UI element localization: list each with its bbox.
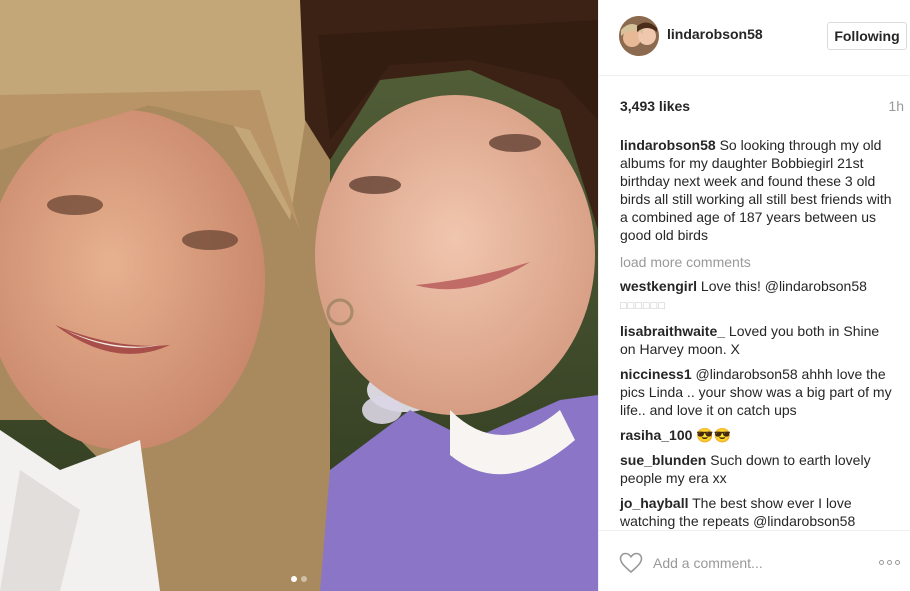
comment-username[interactable]: jo_hayball <box>620 495 688 511</box>
comment-extra: □□□□□□ <box>620 300 666 312</box>
comment-username[interactable]: nicciness1 <box>620 366 692 382</box>
comment-item: jo_hayball The best show ever I love wat… <box>620 494 892 530</box>
post-caption: lindarobson58 So looking through my old … <box>620 136 892 244</box>
comment-text: 😎😎 <box>692 427 732 443</box>
dot-icon <box>895 559 900 565</box>
comment-item: nicciness1 @lindarobson58 ahhh love the … <box>620 365 892 419</box>
post-author-username[interactable]: lindarobson58 <box>667 26 763 42</box>
carousel-dot[interactable] <box>301 576 307 582</box>
load-more-comments-link[interactable]: load more comments <box>620 253 892 271</box>
comment-username[interactable]: westkengirl <box>620 278 697 294</box>
comment-item: westkengirl Love this! @lindarobson58 □□… <box>620 277 892 315</box>
carousel-indicator <box>0 576 598 582</box>
post-details-panel: lindarobson58 Following 3,493 likes 1h l… <box>598 0 910 591</box>
comment-item: lisabraithwaite_ Loved you both in Shine… <box>620 322 892 358</box>
avatar[interactable] <box>619 16 659 56</box>
caption-username[interactable]: lindarobson58 <box>620 137 716 153</box>
photo-image <box>0 0 598 591</box>
likes-count[interactable]: 3,493 likes <box>620 98 690 114</box>
comment-username[interactable]: lisabraithwaite_ <box>620 323 725 339</box>
post-timestamp[interactable]: 1h <box>888 98 904 114</box>
more-options-icon[interactable] <box>879 555 905 569</box>
comment-item: sue_blunden Such down to earth lovely pe… <box>620 451 892 487</box>
dot-icon <box>879 559 884 565</box>
dot-icon <box>887 559 892 565</box>
comment-username[interactable]: rasiha_100 <box>620 427 692 443</box>
comment-username[interactable]: sue_blunden <box>620 452 706 468</box>
heart-icon[interactable] <box>619 552 643 574</box>
carousel-dot-active[interactable] <box>291 576 297 582</box>
comment-item: rasiha_100 😎😎 <box>620 426 892 444</box>
post-photo[interactable] <box>0 0 598 591</box>
post-header: lindarobson58 Following <box>599 0 910 76</box>
comments-list: lindarobson58 So looking through my old … <box>620 136 892 537</box>
add-comment-input[interactable] <box>653 551 868 575</box>
comment-text: Love this! @lindarobson58 <box>697 278 867 294</box>
following-button[interactable]: Following <box>827 22 907 50</box>
avatar-image <box>619 16 659 56</box>
comment-footer <box>599 530 910 591</box>
